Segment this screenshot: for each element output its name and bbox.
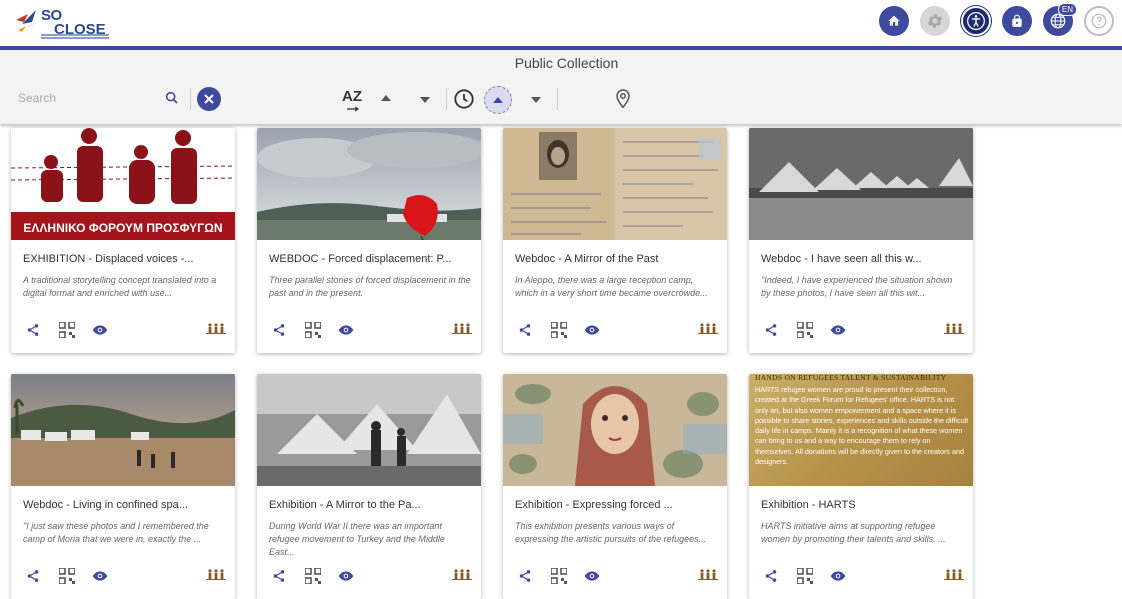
collection-toolbar: Public Collection AZ	[0, 50, 1122, 124]
sort-az-arrow-icon	[347, 106, 360, 112]
qr-code-icon[interactable]	[551, 322, 567, 338]
card-title: Webdoc - A Mirror of the Past	[515, 253, 659, 265]
community-icon	[698, 323, 718, 334]
card-title: Exhibition - A Mirror to the Pa...	[269, 499, 421, 511]
collection-card[interactable]: Webdoc - Living in confined spa... "I ju…	[11, 374, 235, 599]
card-image	[257, 374, 481, 486]
qr-code-icon[interactable]	[59, 322, 75, 338]
card-title: Exhibition - HARTS	[761, 499, 856, 511]
help-icon	[1091, 13, 1107, 29]
card-title: Webdoc - I have seen all this w...	[761, 253, 922, 265]
share-icon[interactable]	[518, 323, 532, 337]
gear-icon	[927, 14, 943, 28]
share-icon[interactable]	[518, 569, 532, 583]
community-icon	[206, 323, 226, 334]
close-icon	[204, 94, 214, 104]
card-description: In Aleppo, there was a large reception c…	[515, 275, 708, 298]
card-description: This exhibition presents various ways of…	[515, 521, 707, 544]
view-icon[interactable]	[584, 570, 600, 582]
clock-icon[interactable]	[453, 88, 475, 110]
bird-logo-icon	[16, 10, 40, 32]
toolbar-divider	[446, 88, 447, 110]
sort-alphabetical-label: AZ	[342, 88, 362, 105]
community-icon	[944, 569, 964, 580]
share-icon[interactable]	[272, 323, 286, 337]
toolbar-divider	[190, 88, 191, 110]
card-description: "Indeed, I have experienced the situatio…	[761, 275, 953, 298]
collection-card[interactable]: Webdoc - A Mirror of the Past In Aleppo,…	[503, 128, 727, 353]
card-description: HARTS initiative aims at supporting refu…	[761, 521, 946, 544]
share-icon[interactable]	[26, 569, 40, 583]
view-icon[interactable]	[92, 324, 108, 336]
card-title: WEBDOC - Forced displacement: P...	[269, 253, 452, 265]
page-title: Public Collection	[514, 55, 619, 71]
sort-alpha-desc-button[interactable]	[420, 97, 430, 103]
accessibility-icon	[967, 12, 985, 30]
logo-subtitle	[41, 34, 109, 40]
community-icon	[206, 569, 226, 580]
community-icon	[698, 569, 718, 580]
sort-alpha-asc-button[interactable]	[381, 95, 391, 101]
community-icon	[452, 323, 472, 334]
qr-code-icon[interactable]	[305, 322, 321, 338]
card-description: "I just saw these photos and I remembere…	[23, 521, 209, 544]
help-button[interactable]	[1084, 6, 1114, 36]
lock-icon	[1012, 14, 1022, 27]
card-image-caption: ΕΛΛΗΝΙΚΟ ΦΟΡΟΥΜ ΠΡΟΣΦΥΓΩΝ	[23, 221, 222, 235]
collection-card[interactable]: ΕΛΛΗΝΙΚΟ ΦΟΡΟΥΜ ΠΡΟΣΦΥΓΩΝ EXHIBITION - D…	[11, 128, 235, 353]
qr-code-icon[interactable]	[797, 322, 813, 338]
top-bar: SO CLOSE EN	[0, 0, 1122, 46]
view-icon[interactable]	[830, 570, 846, 582]
card-description: Three parallel stories of forced displac…	[269, 275, 471, 298]
accessibility-button[interactable]	[961, 6, 991, 36]
sort-date-asc-button[interactable]	[484, 86, 512, 114]
card-image: HANDS ON REFUGEES TALENT & SUSTAINABILIT…	[749, 374, 973, 486]
search-icon[interactable]	[164, 90, 180, 106]
caret-up-icon	[493, 97, 503, 103]
collection-card[interactable]: WEBDOC - Forced displacement: P... Three…	[257, 128, 481, 353]
collection-card[interactable]: Webdoc - I have seen all this w... "Inde…	[749, 128, 973, 353]
card-image	[257, 128, 481, 240]
language-button[interactable]: EN	[1043, 3, 1077, 36]
settings-button[interactable]	[920, 6, 950, 36]
share-icon[interactable]	[272, 569, 286, 583]
card-image	[11, 374, 235, 486]
view-icon[interactable]	[338, 324, 354, 336]
clear-search-button[interactable]	[197, 87, 221, 111]
home-icon	[888, 15, 900, 26]
view-icon[interactable]	[584, 324, 600, 336]
share-icon[interactable]	[764, 323, 778, 337]
card-image-text: HARTS refugee women are proud to present…	[755, 385, 969, 467]
community-icon	[944, 323, 964, 334]
collection-card[interactable]: Exhibition - A Mirror to the Pa... Durin…	[257, 374, 481, 599]
card-image	[503, 374, 727, 486]
language-badge: EN	[1057, 3, 1077, 16]
card-title: Webdoc - Living in confined spa...	[23, 499, 188, 511]
view-icon[interactable]	[338, 570, 354, 582]
card-description: A traditional storytelling concept trans…	[23, 275, 217, 298]
soclose-logo[interactable]: SO CLOSE	[14, 4, 114, 42]
card-image	[503, 128, 727, 240]
collection-card[interactable]: HANDS ON REFUGEES TALENT & SUSTAINABILIT…	[749, 374, 973, 599]
location-pin-icon[interactable]	[614, 88, 632, 110]
card-image-heading: HANDS ON REFUGEES TALENT & SUSTAINABILIT…	[755, 374, 947, 382]
card-description: During World War II there was an importa…	[269, 521, 445, 557]
share-icon[interactable]	[764, 569, 778, 583]
share-icon[interactable]	[26, 323, 40, 337]
login-button[interactable]	[1002, 6, 1032, 36]
view-icon[interactable]	[830, 324, 846, 336]
toolbar-divider	[557, 88, 558, 110]
view-icon[interactable]	[92, 570, 108, 582]
sort-date-desc-button[interactable]	[531, 97, 541, 103]
community-icon	[452, 569, 472, 580]
card-title: EXHIBITION - Displaced voices -...	[23, 253, 194, 265]
card-title: Exhibition - Expressing forced ...	[515, 499, 673, 511]
search-input[interactable]	[18, 88, 158, 108]
home-button[interactable]	[879, 6, 909, 36]
card-image	[749, 128, 973, 240]
card-image: ΕΛΛΗΝΙΚΟ ΦΟΡΟΥΜ ΠΡΟΣΦΥΓΩΝ	[11, 128, 235, 240]
collection-card[interactable]: Exhibition - Expressing forced ... This …	[503, 374, 727, 599]
